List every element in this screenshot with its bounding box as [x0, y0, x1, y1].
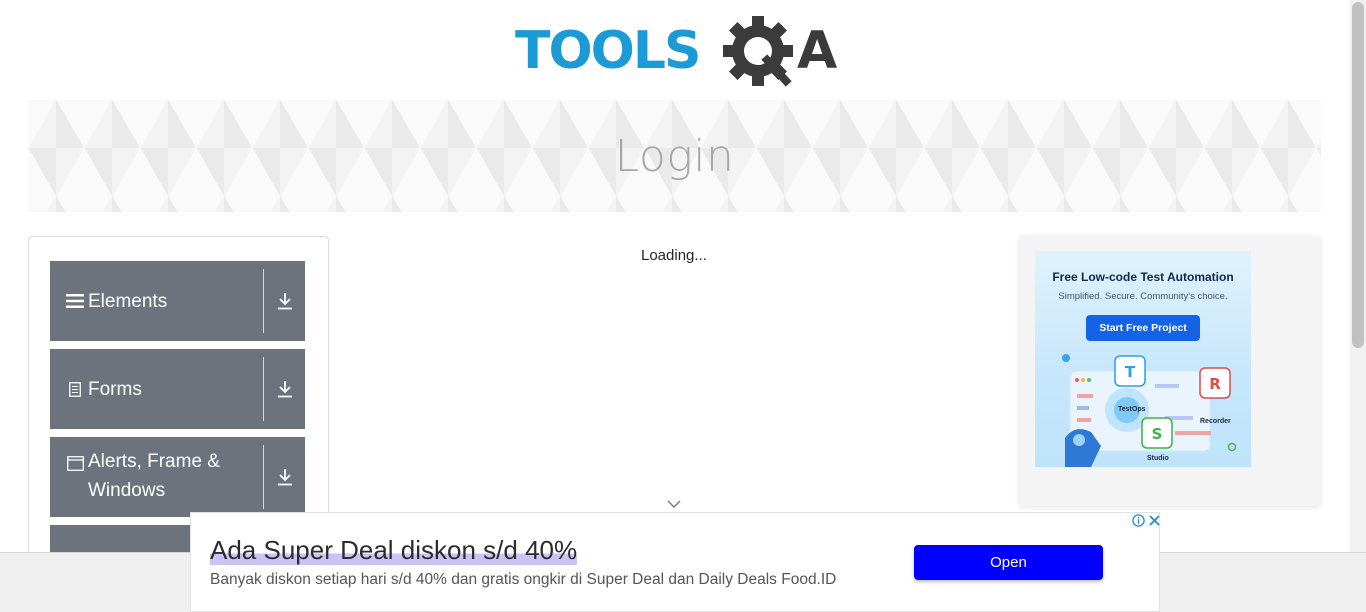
info-icon[interactable] [1131, 513, 1145, 527]
ad-title[interactable]: Ada Super Deal diskon s/d 40% [210, 535, 578, 566]
ad-title-text: Ada Super Deal diskon s/d 40% [210, 535, 578, 565]
header: TOOLS A [0, 0, 1350, 100]
logo-text-a: A [797, 21, 837, 81]
gear-icon [723, 16, 793, 87]
ad-description: Banyak diskon setiap hari s/d 40% dan gr… [210, 571, 837, 588]
label-line-2: Windows [88, 480, 166, 501]
document-icon [66, 380, 84, 398]
sidebar-group-forms[interactable]: Forms [50, 349, 305, 429]
page: TOOLS A Login Elements Forms Alerts, Fra… [0, 0, 1366, 612]
download-icon[interactable] [264, 349, 305, 429]
download-icon[interactable] [264, 261, 305, 341]
svg-text:R: R [1209, 375, 1221, 393]
ad-subline: Simplified. Secure. Community's choice. [1058, 291, 1228, 302]
window-icon [66, 454, 84, 472]
download-icon[interactable] [264, 437, 305, 517]
svg-text:T: T [1125, 363, 1136, 381]
sidebar-group-label: Elements [88, 290, 168, 312]
start-free-project-button[interactable]: Start Free Project [1086, 315, 1200, 341]
label-line-1: Alerts, Frame & [88, 451, 220, 472]
page-title: Login [614, 130, 735, 182]
open-button[interactable]: Open [914, 545, 1103, 580]
close-icon[interactable] [1147, 513, 1161, 527]
loading-text: Loading... [641, 247, 707, 264]
chevron-down-icon[interactable] [666, 498, 682, 510]
sidebar-group-alerts-frame-windows[interactable]: Alerts, Frame & Windows [50, 437, 305, 517]
sidebar-group-label: Alerts, Frame & Windows [88, 447, 220, 505]
ad-headline: Free Low-code Test Automation [1052, 270, 1234, 284]
ad-tag-recorder: Recorder [1200, 418, 1231, 425]
ad-creative[interactable]: Free Low-code Test Automation Simplified… [1035, 251, 1251, 467]
toolsqa-logo[interactable]: TOOLS A [515, 16, 839, 92]
ad-choices[interactable] [1131, 513, 1161, 527]
ad-tag-testops: TestOps [1118, 406, 1146, 413]
side-advertisement[interactable]: Free Low-code Test Automation Simplified… [1020, 236, 1320, 506]
menu-icon [66, 292, 84, 310]
sidebar-group-elements[interactable]: Elements [50, 261, 305, 341]
scrollbar-thumb[interactable] [1352, 2, 1364, 348]
page-banner: Login [28, 100, 1321, 212]
ad-tag-studio: Studio [1147, 455, 1169, 462]
logo-text-tools: TOOLS [515, 21, 699, 81]
bottom-advertisement[interactable]: Ada Super Deal diskon s/d 40% Banyak dis… [190, 512, 1160, 612]
sidebar-group-label: Forms [88, 378, 142, 400]
svg-text:S: S [1152, 425, 1163, 443]
